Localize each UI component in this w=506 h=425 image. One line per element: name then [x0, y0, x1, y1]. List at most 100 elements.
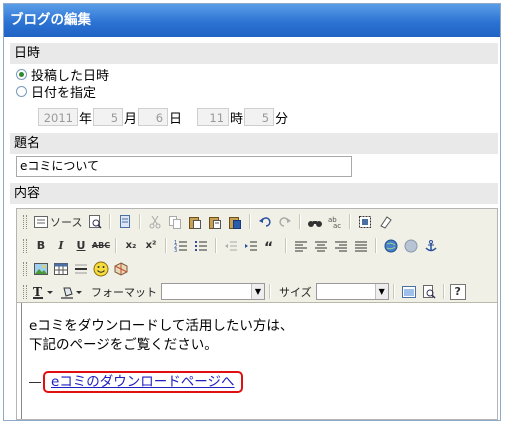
format-label: フォーマット — [91, 285, 157, 299]
hour-input[interactable]: 11 — [197, 108, 230, 126]
paste-word-button[interactable] — [226, 213, 244, 231]
radio-button[interactable] — [16, 85, 27, 97]
bg-color-icon — [61, 287, 82, 299]
help-button[interactable]: ? — [449, 283, 466, 300]
image-button[interactable] — [32, 260, 50, 278]
toolbar-row-1: ソース ab ac — [17, 211, 395, 232]
align-center-button[interactable] — [312, 237, 330, 255]
bold-button[interactable]: B — [32, 237, 50, 255]
link-button[interactable] — [382, 237, 400, 255]
paste-text-icon — [209, 216, 222, 229]
day-input[interactable]: 6 — [138, 108, 169, 126]
day-unit: 日 — [169, 111, 183, 127]
hour-unit: 時 — [230, 111, 244, 127]
align-left-button[interactable] — [292, 237, 310, 255]
blockquote-button[interactable]: “ — [262, 237, 280, 255]
help-icon: ? — [454, 285, 461, 298]
preview-icon — [89, 214, 102, 229]
month-input[interactable]: 5 — [93, 108, 124, 126]
cut-icon — [149, 215, 161, 228]
bullet-list-icon — [195, 240, 207, 251]
text-color-button[interactable]: T — [32, 283, 58, 301]
radio-posted-datetime[interactable]: 投稿した日時 — [16, 66, 109, 84]
remove-format-button[interactable] — [376, 213, 394, 231]
select-all-button[interactable] — [356, 213, 374, 231]
preview-button[interactable] — [86, 213, 104, 231]
content-line-1: eコミをダウンロードして活用したい方は、 — [29, 318, 294, 334]
minute-input[interactable]: 5 — [244, 108, 275, 126]
bg-color-button[interactable] — [60, 283, 86, 301]
title-input[interactable]: eコミについて — [16, 156, 352, 177]
smiley-button[interactable] — [92, 260, 110, 278]
outdent-button[interactable] — [222, 237, 240, 255]
svg-text:“: “ — [264, 240, 273, 253]
smiley-icon — [93, 261, 109, 276]
remove-format-icon — [380, 215, 393, 229]
toolbar-separator — [165, 238, 167, 253]
year-input[interactable]: 2011 — [38, 108, 78, 126]
template-button[interactable] — [116, 213, 134, 231]
toolbar-grip — [23, 261, 27, 276]
toolbar-grip — [23, 284, 27, 299]
anchor-icon — [425, 239, 437, 251]
editor-toolbar: ソース ab ac B I U ABC x₂ x² 1 2 3 “ T フォーマ… — [17, 209, 497, 303]
month-unit: 月 — [124, 111, 138, 127]
anchor-button[interactable] — [422, 237, 440, 255]
rich-text-editor: ソース ab ac B I U ABC x₂ x² 1 2 3 “ T フォーマ… — [16, 208, 498, 420]
special-char-icon — [114, 261, 128, 276]
italic-button[interactable]: I — [52, 237, 70, 255]
toolbar-grip — [23, 214, 27, 229]
toolbar-row-2: B I U ABC x₂ x² 123 “ — [17, 235, 441, 256]
select-all-icon — [359, 215, 372, 228]
indent-button[interactable] — [242, 237, 260, 255]
underline-label: U — [76, 239, 86, 252]
editor-content-area[interactable]: eコミをダウンロードして活用したい方は、 下記のページをご覧ください。 eコミの… — [21, 303, 497, 419]
toolbar-row-4: T フォーマット ▼ サイズ ▼ ? — [17, 281, 467, 302]
horizontal-rule-button[interactable] — [72, 260, 90, 278]
show-blocks-button[interactable] — [420, 283, 438, 301]
blockquote-icon: “ — [264, 240, 273, 253]
minute-unit: 分 — [275, 111, 289, 127]
source-label: ソース — [50, 215, 83, 229]
toolbar-separator — [249, 214, 252, 229]
superscript-button[interactable]: x² — [142, 237, 160, 255]
underline-button[interactable]: U — [72, 237, 90, 255]
subscript-button[interactable]: x₂ — [122, 237, 140, 255]
year-unit: 年 — [79, 111, 93, 127]
size-select[interactable]: ▼ — [315, 283, 389, 300]
align-right-button[interactable] — [332, 237, 350, 255]
source-button[interactable]: ソース — [32, 213, 84, 231]
unlink-button[interactable] — [402, 237, 420, 255]
toolbar-separator — [392, 284, 395, 299]
cut-button[interactable] — [146, 213, 164, 231]
replace-button[interactable]: ab ac — [326, 213, 344, 231]
download-page-link[interactable]: eコミのダウンロードページへ — [43, 371, 243, 393]
undo-button[interactable] — [256, 213, 274, 231]
justify-button[interactable] — [352, 237, 370, 255]
svg-text:ac: ac — [333, 222, 341, 229]
table-button[interactable] — [52, 260, 70, 278]
show-blocks-icon — [422, 284, 436, 299]
format-select[interactable]: ▼ — [161, 283, 265, 300]
paste-icon — [189, 216, 202, 229]
paste-word-icon — [229, 216, 242, 229]
strike-button[interactable]: ABC — [92, 237, 110, 255]
ordered-list-button[interactable]: 123 — [172, 237, 190, 255]
strike-label: ABC — [91, 241, 111, 250]
content-section-label: 内容 — [10, 183, 498, 204]
blog-edit-panel: ブログの編集 日時 投稿した日時 日付を指定 2011 年 5 月 6 日 11… — [3, 3, 501, 421]
paste-button[interactable] — [186, 213, 204, 231]
text-color-icon: T — [33, 285, 53, 299]
radio-specify-date[interactable]: 日付を指定 — [16, 83, 96, 101]
redo-button[interactable] — [276, 213, 294, 231]
bullet-list-button[interactable] — [192, 237, 210, 255]
copy-button[interactable] — [166, 213, 184, 231]
find-button[interactable] — [306, 213, 324, 231]
editor-left-border — [21, 303, 22, 419]
maximize-button[interactable] — [400, 283, 418, 301]
justify-icon — [355, 241, 367, 251]
radio-button-selected[interactable] — [16, 68, 27, 80]
link-icon — [384, 239, 398, 252]
paste-text-button[interactable] — [206, 213, 224, 231]
special-char-button[interactable] — [112, 260, 130, 278]
